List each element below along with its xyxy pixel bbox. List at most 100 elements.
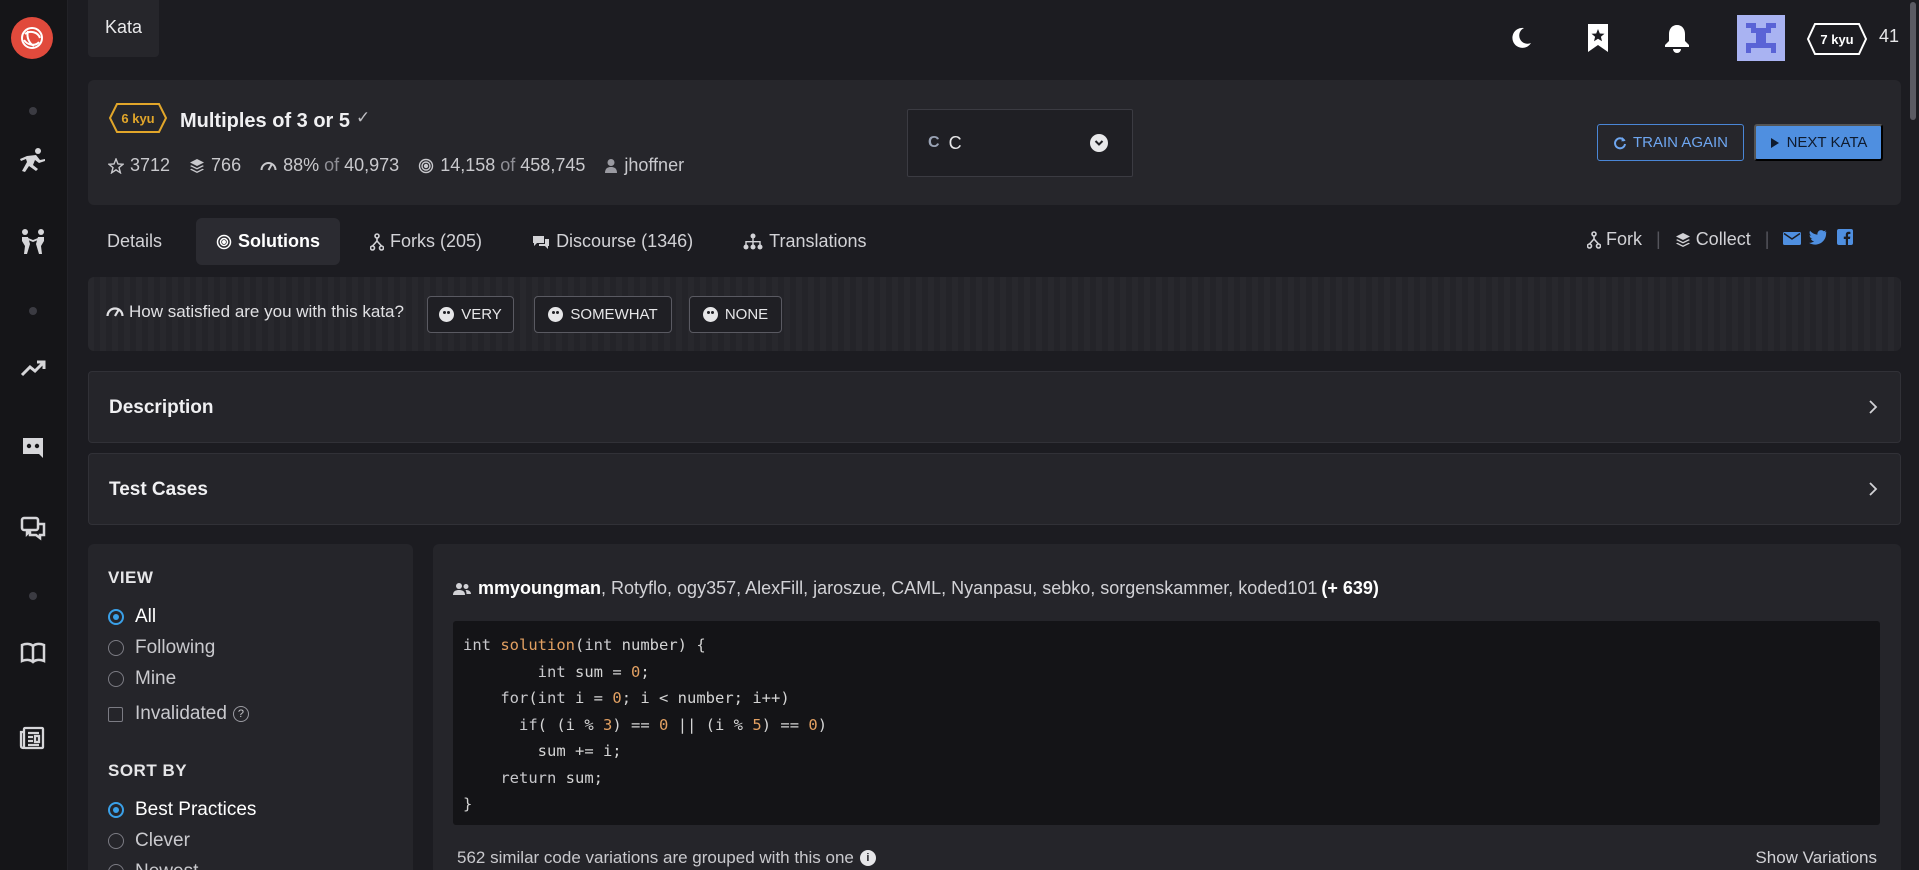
- completed-count: 14,158: [440, 155, 496, 175]
- users-icon: [453, 582, 471, 595]
- sitemap-icon: [743, 233, 763, 250]
- satisfaction-votes: 40,973: [344, 155, 400, 175]
- other-authors[interactable]: , Rotyflo, ogy357, AlexFill, jaroszue, C…: [601, 578, 1317, 599]
- description-section[interactable]: Description: [88, 371, 1901, 443]
- radio: [108, 864, 124, 870]
- kata-rank-text: 6 kyu: [121, 111, 154, 126]
- view-following-radio[interactable]: Following: [108, 637, 215, 659]
- bookmark-icon[interactable]: [1578, 18, 1618, 58]
- variations-text: 562 similar code variations are grouped …: [457, 848, 854, 867]
- tab-solutions-label: Solutions: [238, 231, 321, 251]
- tab-translations-label: Translations: [769, 231, 867, 251]
- test-cases-title: Test Cases: [109, 479, 208, 500]
- more-authors-count[interactable]: (+ 639): [1321, 578, 1379, 599]
- collect-label: Collect: [1695, 229, 1751, 249]
- rail-divider-dot: [29, 107, 37, 115]
- kata-side-actions: Fork | Collect |: [1587, 229, 1854, 250]
- next-kata-button[interactable]: NEXT KATA: [1754, 124, 1883, 161]
- fork-icon: [1587, 230, 1601, 249]
- share-twitter-icon[interactable]: [1809, 229, 1827, 250]
- radio-selected: [108, 609, 124, 625]
- gauge-icon: [260, 161, 277, 171]
- sort-best-practices-label: Best Practices: [135, 799, 257, 820]
- invalidated-checkbox[interactable]: Invalidated?: [108, 703, 249, 725]
- share-email-icon[interactable]: [1783, 229, 1802, 250]
- radio: [108, 640, 124, 656]
- target-icon: [419, 158, 434, 173]
- help-question-icon[interactable]: ?: [232, 706, 249, 722]
- lead-author-link[interactable]: mmyoungman: [478, 578, 601, 599]
- sort-heading: SORT BY: [108, 761, 188, 780]
- practice-icon[interactable]: [17, 145, 49, 177]
- solution-card: mmyoungman , Rotyflo, ogy357, AlexFill, …: [433, 544, 1901, 870]
- kata-nav-tab[interactable]: Kata: [88, 0, 159, 57]
- chevron-right-icon: [1869, 400, 1878, 414]
- vote-somewhat-button[interactable]: SOMEWHAT: [534, 296, 672, 333]
- show-variations-link[interactable]: Show Variations: [1755, 848, 1877, 868]
- tab-solutions[interactable]: Solutions: [196, 218, 341, 265]
- sort-best-practices-radio[interactable]: Best Practices: [108, 799, 256, 821]
- dark-mode-moon-icon[interactable]: [1501, 18, 1541, 58]
- blog-news-icon[interactable]: [17, 722, 49, 754]
- satisfaction-question: How satisfied are you with this kata?: [106, 302, 404, 322]
- tab-forks[interactable]: Forks (205): [350, 218, 502, 265]
- vote-very-button[interactable]: VERY: [427, 296, 514, 333]
- tab-details[interactable]: Details: [88, 218, 182, 265]
- rail-divider-dot: [29, 307, 37, 315]
- tab-discourse[interactable]: Discourse (1346): [512, 218, 713, 265]
- rail-divider-dot: [29, 592, 37, 600]
- separator: |: [1656, 229, 1661, 249]
- left-rail: [0, 0, 68, 870]
- collect-button[interactable]: Collect: [1675, 229, 1751, 250]
- tab-forks-label: Forks (205): [390, 231, 483, 251]
- view-mine-radio[interactable]: Mine: [108, 668, 176, 690]
- solution-code-block: int solution(int number) { int sum = 0; …: [453, 621, 1880, 825]
- kata-title[interactable]: Multiples of 3 or 5: [180, 110, 350, 133]
- completions-stat: 14,158 of 458,745: [418, 155, 585, 176]
- sort-newest-label: Newest: [135, 861, 198, 870]
- user-rank-badge[interactable]: 7 kyu: [1806, 22, 1868, 56]
- sort-clever-label: Clever: [135, 830, 190, 851]
- stars-stat[interactable]: 3712: [108, 155, 170, 176]
- kata-stats: 3712 766 88% of 40,973 14,158 of 458,745…: [108, 155, 703, 176]
- fork-button[interactable]: Fork: [1587, 229, 1642, 250]
- tab-discourse-label: Discourse (1346): [556, 231, 694, 251]
- tab-translations[interactable]: Translations: [723, 218, 886, 265]
- train-again-button[interactable]: TRAIN AGAIN: [1597, 124, 1744, 161]
- chevron-right-icon: [1869, 482, 1878, 496]
- kata-rank-badge: 6 kyu: [108, 102, 168, 134]
- language-select[interactable]: C C: [907, 109, 1133, 177]
- user-avatar[interactable]: [1737, 15, 1785, 61]
- smile-icon: [439, 307, 455, 322]
- page-scrollbar[interactable]: [1907, 0, 1919, 870]
- share-facebook-icon[interactable]: [1837, 229, 1854, 250]
- honor-count: 41: [1879, 26, 1900, 46]
- notifications-bell-icon[interactable]: [1657, 18, 1697, 58]
- view-heading: VIEW: [108, 568, 154, 587]
- author-stat[interactable]: jhoffner: [604, 155, 684, 176]
- satisfaction-percent: 88%: [283, 155, 320, 175]
- layers-icon: [190, 158, 205, 173]
- vote-very-label: VERY: [461, 306, 502, 323]
- satisfaction-question-text: How satisfied are you with this kata?: [129, 302, 404, 321]
- variations-note: 562 similar code variations are grouped …: [457, 848, 876, 868]
- scrollbar-thumb[interactable]: [1910, 2, 1916, 120]
- test-cases-section[interactable]: Test Cases: [88, 453, 1901, 525]
- vote-somewhat-label: SOMEWHAT: [570, 306, 658, 323]
- vote-none-button[interactable]: NONE: [689, 296, 782, 333]
- docs-book-icon[interactable]: [17, 637, 49, 669]
- info-icon[interactable]: i: [859, 850, 876, 866]
- user-icon: [605, 158, 618, 173]
- spar-icon[interactable]: [17, 226, 49, 258]
- c-language-icon: C: [928, 134, 940, 151]
- view-all-radio[interactable]: All: [108, 606, 156, 628]
- sort-clever-radio[interactable]: Clever: [108, 830, 190, 852]
- forum-chat-icon[interactable]: [17, 512, 49, 544]
- codewars-logo-icon[interactable]: [11, 17, 53, 59]
- discord-icon[interactable]: [17, 432, 49, 464]
- leaderboard-trend-icon[interactable]: [17, 352, 49, 384]
- sort-newest-radio[interactable]: Newest: [108, 861, 198, 870]
- target-icon: [216, 234, 232, 249]
- tab-details-label: Details: [107, 231, 163, 251]
- layers-icon: [1675, 232, 1690, 247]
